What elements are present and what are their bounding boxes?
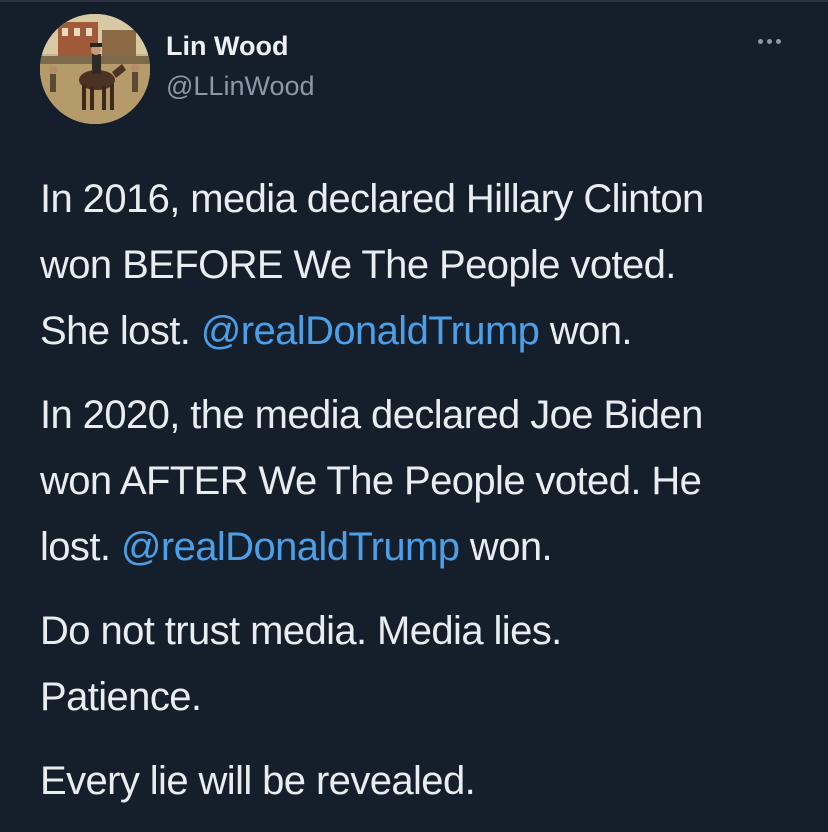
tweet-text-fragment: won. [539,309,633,353]
tweet-text: In 2016, media declared Hillary Clinton … [40,166,810,832]
tweet-paragraph-1: In 2016, media declared Hillary Clinton … [40,166,810,364]
tweet-paragraph-2: In 2020, the media declared Joe Biden wo… [40,382,810,580]
more-horizontal-icon [757,38,763,44]
tweet-paragraph-3: Do not trust media. Media lies. Patience… [40,598,810,730]
tweet: Lin Wood @LLinWood In 2016, media declar… [0,0,828,831]
more-options-button[interactable] [748,26,790,56]
tweet-text-fragment: lost. [40,525,121,569]
tweet-line: Do not trust media. Media lies. [40,609,562,653]
tweet-line: won BEFORE We The People voted. [40,243,676,287]
avatar-painting-icon [40,14,150,124]
avatar[interactable] [40,14,150,124]
more-horizontal-icon [775,38,781,44]
tweet-line: Patience. [40,675,202,719]
author-handle[interactable]: @LLinWood [166,70,315,102]
tweet-line: lost. @realDonaldTrump won. [40,514,810,580]
tweet-line: In 2016, media declared Hillary Clinton [40,177,704,221]
author-name[interactable]: Lin Wood [166,30,288,62]
tweet-line: won AFTER We The People voted. He [40,459,702,503]
mention-link[interactable]: @realDonaldTrump [121,525,460,569]
tweet-line: She lost. @realDonaldTrump won. [40,298,810,364]
tweet-line: Every lie will be revealed. [40,759,476,803]
tweet-paragraph-4: Every lie will be revealed. [40,748,810,814]
tweet-text-fragment: She lost. [40,309,201,353]
tweet-text-fragment: won. [459,525,553,569]
tweet-line: In 2020, the media declared Joe Biden [40,393,703,437]
more-horizontal-icon [766,38,772,44]
mention-link[interactable]: @realDonaldTrump [201,309,540,353]
